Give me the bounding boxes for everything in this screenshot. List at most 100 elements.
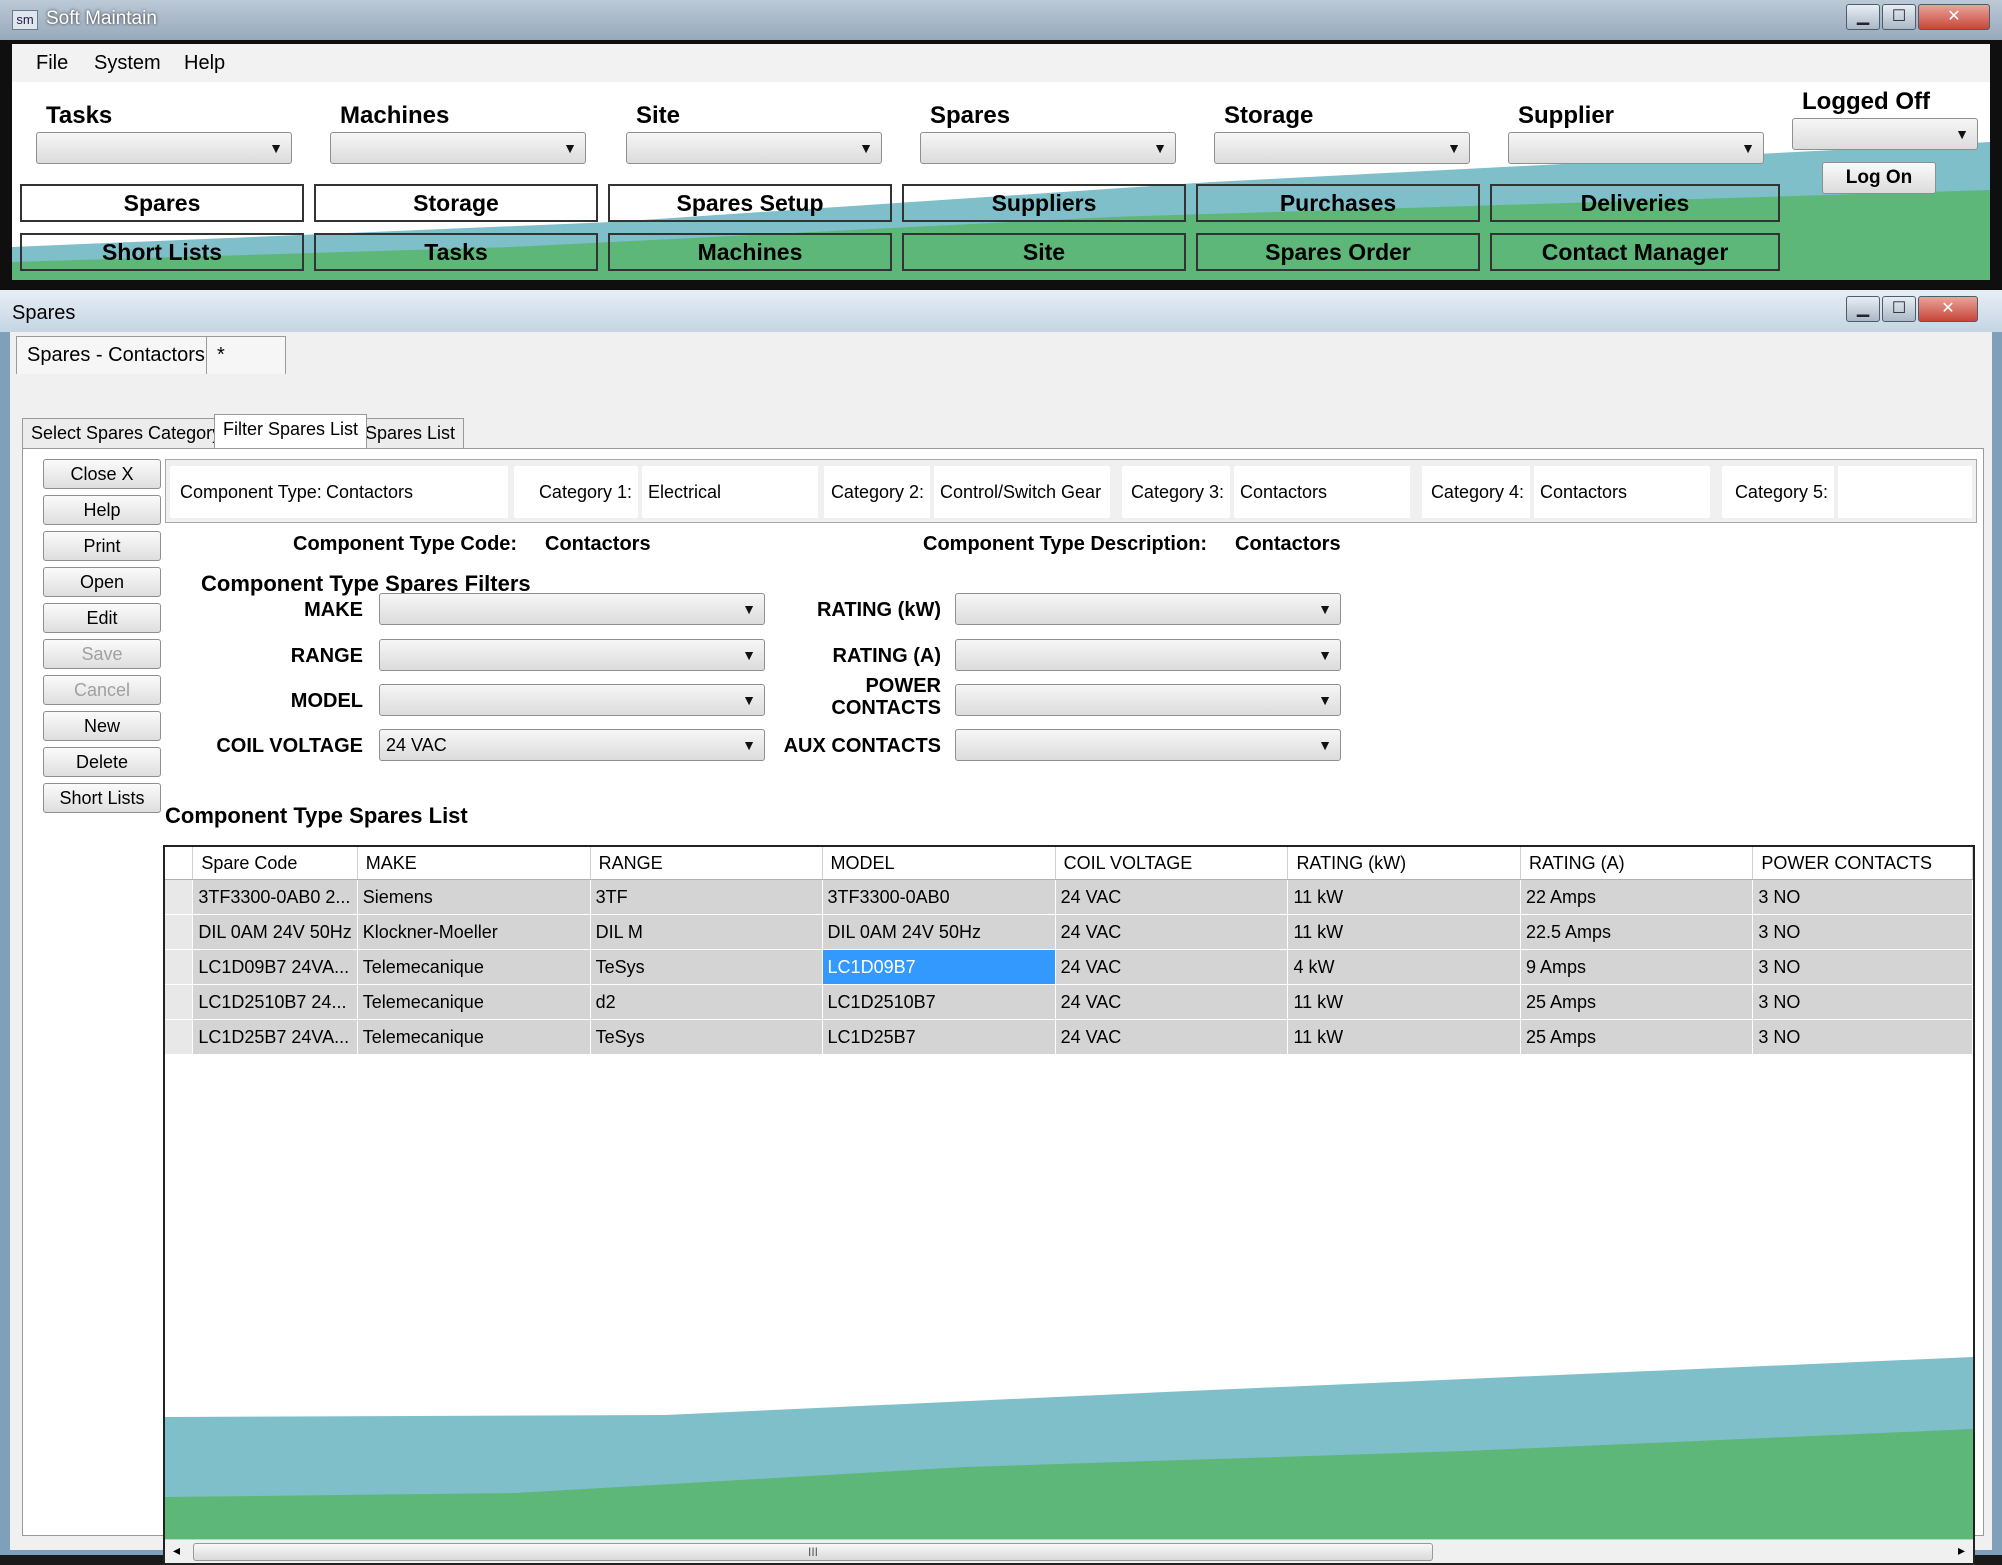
nav-spares-button[interactable]: Spares	[20, 184, 304, 222]
cell-power-contacts[interactable]: 3 NO	[1752, 984, 1973, 1020]
cell-rating-kw[interactable]: 11 kW	[1287, 1019, 1521, 1055]
machines-dropdown[interactable]: ▼	[330, 132, 586, 164]
cell-rating-a[interactable]: 22.5 Amps	[1520, 914, 1754, 950]
menu-help[interactable]: Help	[184, 52, 225, 75]
site-dropdown[interactable]: ▼	[626, 132, 882, 164]
cell-coil-voltage[interactable]: 24 VAC	[1055, 1019, 1289, 1055]
print-button[interactable]: Print	[43, 531, 161, 561]
table-row[interactable]: DIL 0AM 24V 50Hz Klockner-Moeller DIL M …	[165, 914, 1973, 950]
cell-spare-code[interactable]: 3TF3300-0AB0 2...	[192, 879, 358, 915]
storage-dropdown[interactable]: ▼	[1214, 132, 1470, 164]
row-header[interactable]	[165, 949, 194, 985]
rating-a-dropdown[interactable]: ▼	[955, 639, 1341, 671]
short-lists-button[interactable]: Short Lists	[43, 783, 161, 813]
edit-button[interactable]: Edit	[43, 603, 161, 633]
cell-rating-kw[interactable]: 11 kW	[1287, 984, 1521, 1020]
table-row[interactable]: LC1D09B7 24VA... Telemecanique TeSys LC1…	[165, 949, 1973, 985]
tab-filter-spares-list[interactable]: Filter Spares List	[214, 414, 368, 448]
horizontal-scrollbar[interactable]: ◂ III ▸	[165, 1539, 1973, 1563]
user-dropdown[interactable]: ▼	[1792, 118, 1978, 150]
cell-spare-code[interactable]: LC1D25B7 24VA...	[192, 1019, 358, 1055]
close-x-button[interactable]: Close X	[43, 459, 161, 489]
column-header-coil-voltage[interactable]: COIL VOLTAGE	[1055, 847, 1289, 880]
column-header-power-contacts[interactable]: POWER CONTACTS	[1752, 847, 1973, 880]
row-header[interactable]	[165, 984, 194, 1020]
row-header[interactable]	[165, 879, 194, 915]
cell-model[interactable]: DIL 0AM 24V 50Hz	[822, 914, 1056, 950]
cell-range[interactable]: DIL M	[590, 914, 823, 950]
nav-spares-setup-button[interactable]: Spares Setup	[608, 184, 892, 222]
menu-system[interactable]: System	[94, 52, 161, 75]
cell-model-selected[interactable]: LC1D09B7	[822, 949, 1056, 985]
cell-power-contacts[interactable]: 3 NO	[1752, 914, 1973, 950]
child-maximize-button[interactable]: ☐	[1882, 296, 1916, 322]
scroll-left-icon[interactable]: ◂	[173, 1542, 180, 1559]
spares-dropdown[interactable]: ▼	[920, 132, 1176, 164]
nav-site-button[interactable]: Site	[902, 233, 1186, 271]
nav-contact-manager-button[interactable]: Contact Manager	[1490, 233, 1780, 271]
cell-power-contacts[interactable]: 3 NO	[1752, 949, 1973, 985]
main-title-bar[interactable]: sm Soft Maintain ▁ ☐ ✕	[0, 0, 2002, 40]
doc-tab-new[interactable]: *	[206, 336, 286, 374]
cell-spare-code[interactable]: LC1D09B7 24VA...	[192, 949, 358, 985]
child-close-button[interactable]: ✕	[1918, 296, 1978, 322]
cell-power-contacts[interactable]: 3 NO	[1752, 1019, 1973, 1055]
cell-model[interactable]: 3TF3300-0AB0	[822, 879, 1056, 915]
cell-make[interactable]: Telemecanique	[357, 984, 591, 1020]
nav-purchases-button[interactable]: Purchases	[1196, 184, 1480, 222]
nav-suppliers-button[interactable]: Suppliers	[902, 184, 1186, 222]
nav-short-lists-button[interactable]: Short Lists	[20, 233, 304, 271]
tasks-dropdown[interactable]: ▼	[36, 132, 292, 164]
rating-kw-dropdown[interactable]: ▼	[955, 593, 1341, 625]
scroll-thumb[interactable]: III	[193, 1543, 1433, 1561]
cell-rating-kw[interactable]: 11 kW	[1287, 879, 1521, 915]
tab-select-spares-category[interactable]: Select Spares Category	[22, 418, 231, 448]
cell-model[interactable]: LC1D2510B7	[822, 984, 1056, 1020]
cell-range[interactable]: d2	[590, 984, 823, 1020]
cell-spare-code[interactable]: DIL 0AM 24V 50Hz	[192, 914, 358, 950]
column-header-spare-code[interactable]: Spare Code	[192, 847, 358, 880]
cell-model[interactable]: LC1D25B7	[822, 1019, 1056, 1055]
cell-power-contacts[interactable]: 3 NO	[1752, 879, 1973, 915]
child-minimize-button[interactable]: ▁	[1846, 296, 1880, 322]
table-row[interactable]: LC1D2510B7 24... Telemecanique d2 LC1D25…	[165, 984, 1973, 1020]
column-header-rating-a[interactable]: RATING (A)	[1520, 847, 1754, 880]
delete-button[interactable]: Delete	[43, 747, 161, 777]
cancel-button[interactable]: Cancel	[43, 675, 161, 705]
row-header[interactable]	[165, 914, 194, 950]
cell-make[interactable]: Siemens	[357, 879, 591, 915]
tab-spares-list[interactable]: Spares List	[356, 418, 465, 448]
cell-coil-voltage[interactable]: 24 VAC	[1055, 914, 1289, 950]
table-row[interactable]: LC1D25B7 24VA... Telemecanique TeSys LC1…	[165, 1019, 1973, 1055]
cell-rating-a[interactable]: 25 Amps	[1520, 984, 1754, 1020]
power-contacts-dropdown[interactable]: ▼	[955, 684, 1341, 716]
nav-tasks-button[interactable]: Tasks	[314, 233, 598, 271]
model-dropdown[interactable]: ▼	[379, 684, 765, 716]
column-header-rating-kw[interactable]: RATING (kW)	[1287, 847, 1521, 880]
nav-machines-button[interactable]: Machines	[608, 233, 892, 271]
new-button[interactable]: New	[43, 711, 161, 741]
range-dropdown[interactable]: ▼	[379, 639, 765, 671]
cell-coil-voltage[interactable]: 24 VAC	[1055, 949, 1289, 985]
column-header-range[interactable]: RANGE	[590, 847, 823, 880]
cell-rating-a[interactable]: 9 Amps	[1520, 949, 1754, 985]
cell-make[interactable]: Klockner-Moeller	[357, 914, 591, 950]
cell-range[interactable]: TeSys	[590, 949, 823, 985]
open-button[interactable]: Open	[43, 567, 161, 597]
aux-contacts-dropdown[interactable]: ▼	[955, 729, 1341, 761]
minimize-button[interactable]: ▁	[1846, 4, 1880, 30]
nav-storage-button[interactable]: Storage	[314, 184, 598, 222]
cell-rating-kw[interactable]: 11 kW	[1287, 914, 1521, 950]
coil-voltage-dropdown[interactable]: 24 VAC ▼	[379, 729, 765, 761]
table-row[interactable]: 3TF3300-0AB0 2... Siemens 3TF 3TF3300-0A…	[165, 879, 1973, 915]
make-dropdown[interactable]: ▼	[379, 593, 765, 625]
cell-spare-code[interactable]: LC1D2510B7 24...	[192, 984, 358, 1020]
cell-coil-voltage[interactable]: 24 VAC	[1055, 984, 1289, 1020]
column-header-model[interactable]: MODEL	[822, 847, 1056, 880]
save-button[interactable]: Save	[43, 639, 161, 669]
scroll-right-icon[interactable]: ▸	[1958, 1542, 1965, 1559]
spares-grid[interactable]: Spare Code MAKE RANGE MODEL COIL VOLTAGE…	[163, 845, 1975, 1565]
maximize-button[interactable]: ☐	[1882, 4, 1916, 30]
supplier-dropdown[interactable]: ▼	[1508, 132, 1764, 164]
cell-coil-voltage[interactable]: 24 VAC	[1055, 879, 1289, 915]
